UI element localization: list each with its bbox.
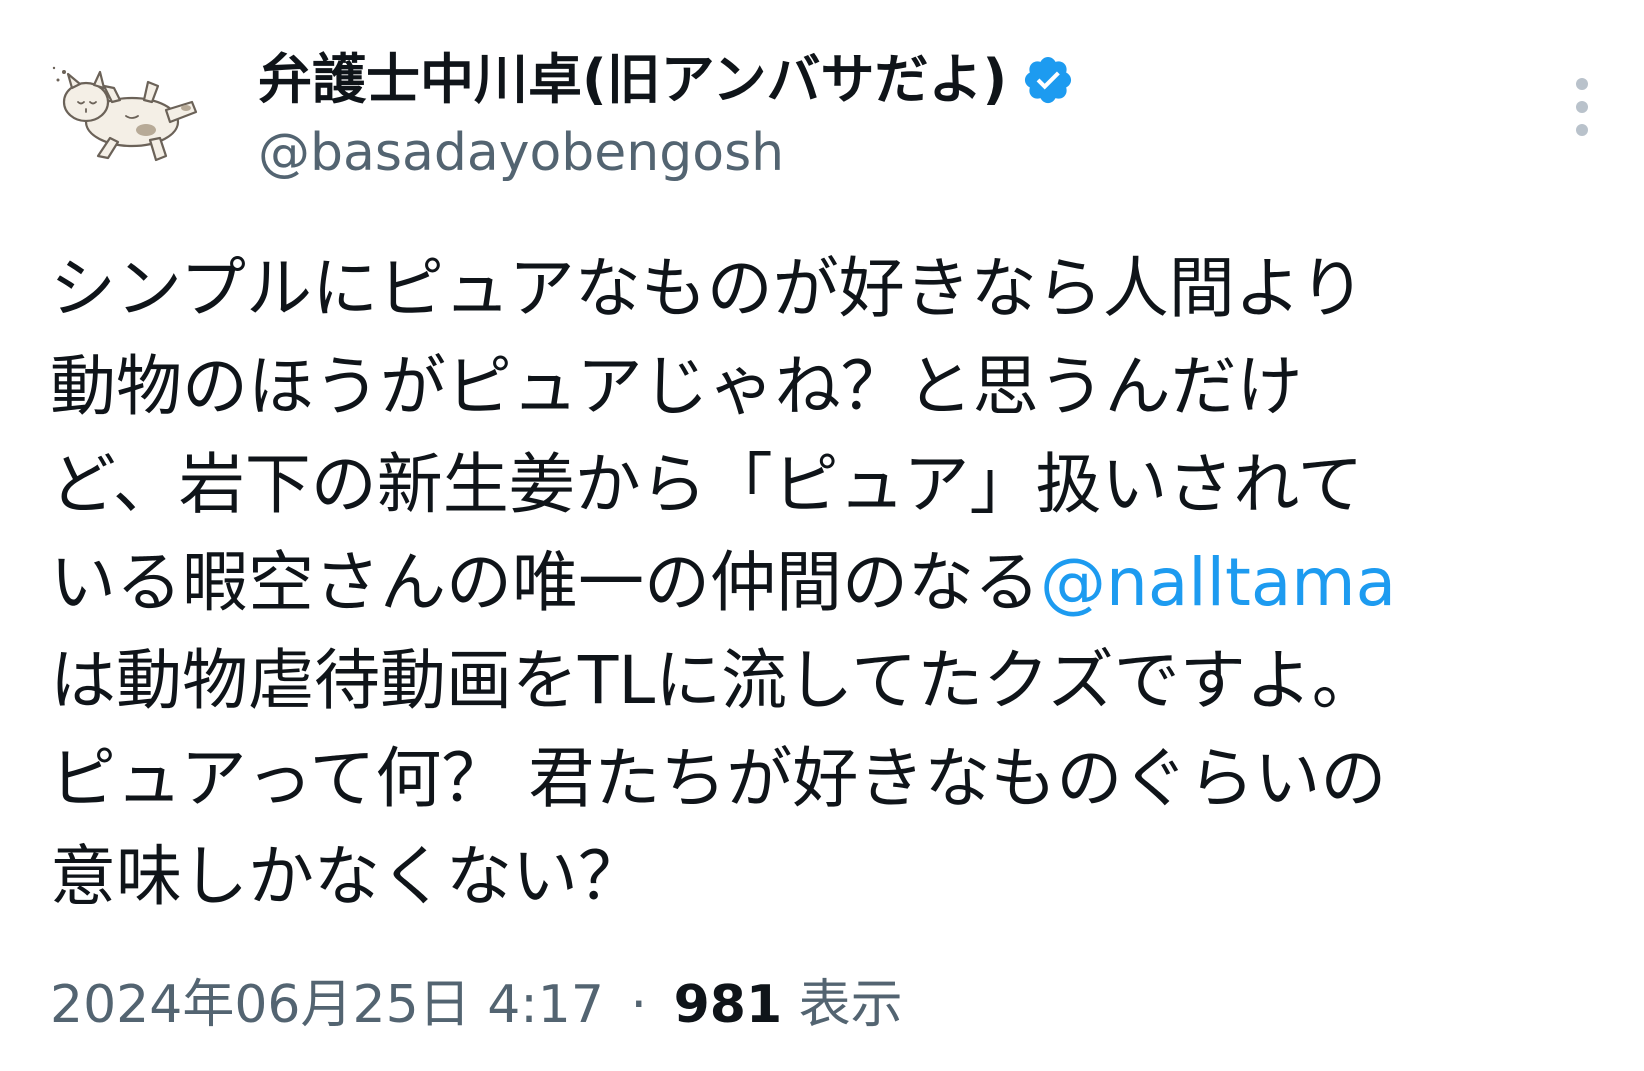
name-row: 弁護士中川卓(旧アンバサだよ): [258, 42, 1524, 118]
more-options-icon[interactable]: [1562, 74, 1602, 140]
avatar[interactable]: [46, 52, 206, 172]
tweet-line-2: 動物のほうがピュアじゃね？と思うんだけ: [50, 348, 1303, 425]
display-name[interactable]: 弁護士中川卓(旧アンバサだよ): [258, 42, 1007, 118]
views-label: 表示: [798, 975, 903, 1035]
handle[interactable]: @basadayobengosh: [258, 118, 1524, 188]
tweet-line-4: いる暇空さんの唯一の仲間のなる@nalltama: [50, 534, 1610, 632]
tweet-line-4-text: いる暇空さんの唯一の仲間のなる: [50, 544, 1040, 621]
tweet-line-7: 意味しかなくない？: [50, 838, 644, 915]
mention-link[interactable]: @nalltama: [1040, 544, 1396, 621]
author-info: 弁護士中川卓(旧アンバサだよ) @basadayobengosh: [258, 42, 1524, 188]
tweet-meta: 2024年06月25日 4:17 · 981 表示: [50, 970, 903, 1040]
timestamp[interactable]: 2024年06月25日 4:17: [50, 975, 604, 1035]
meta-separator: ·: [630, 975, 648, 1035]
tweet-line-1: シンプルにピュアなものが好きなら人間より: [50, 250, 1366, 327]
verified-badge-icon: [1025, 56, 1072, 104]
tweet: 弁護士中川卓(旧アンバサだよ) @basadayobengosh シンプルにピュ…: [0, 0, 1644, 1071]
tweet-line-5: は動物虐待動画をTLに流してたクズですよ。: [50, 642, 1378, 719]
tweet-line-6: ピュアって何？ 君たちが好きなものぐらいの: [50, 740, 1387, 817]
views-count: 981: [673, 975, 783, 1035]
tweet-line-3: ど、岩下の新生姜から「ピュア」扱いされて: [50, 446, 1364, 523]
tweet-text: シンプルにピュアなものが好きなら人間より 動物のほうがピュアじゃね？と思うんだけ…: [50, 240, 1610, 926]
